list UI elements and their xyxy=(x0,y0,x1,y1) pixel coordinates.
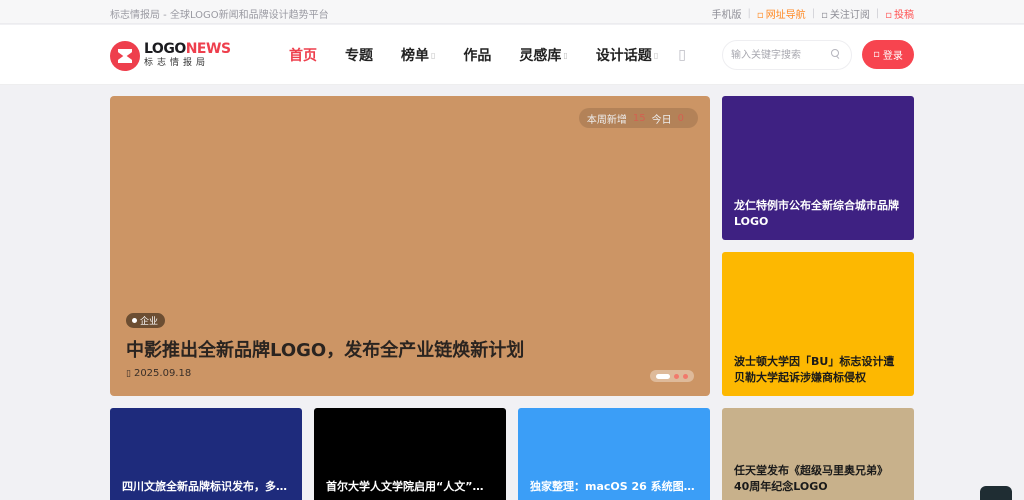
nav-design-topics[interactable]: 设计话题 ▯ xyxy=(596,45,658,65)
site-logo[interactable]: LOGONEWS 标志情报局 xyxy=(110,41,231,71)
chevron-down-icon: ▯ xyxy=(431,50,436,60)
compass-icon: ▫ xyxy=(756,10,764,21)
category-tag[interactable]: 企业 xyxy=(126,313,166,328)
article-card[interactable]: 四川文旅全新品牌标识发布，多… xyxy=(110,408,302,500)
logo-mark-icon xyxy=(110,41,140,71)
search-input[interactable] xyxy=(731,47,831,63)
mobile-link[interactable]: 手机版 xyxy=(712,6,742,21)
logo-subtitle: 标志情报局 xyxy=(144,58,210,68)
calendar-icon: ▯ xyxy=(126,368,131,379)
slide-dot[interactable] xyxy=(683,373,688,379)
chevron-down-icon: ▯ xyxy=(653,50,659,60)
nav-home[interactable]: 首页 xyxy=(289,45,317,65)
hero-slide[interactable]: 本周新增 15 今日 0 企业 中影推出全新品牌LOGO，发布全产业链焕新计划 ▯ 20… xyxy=(110,96,710,396)
hero-date: ▯ 2025.09.18 xyxy=(126,368,192,379)
edit-icon: ▫ xyxy=(885,10,892,21)
update-stats: 本周新增 15 今日 0 xyxy=(578,108,698,128)
logo-wordmark: LOGONEWS xyxy=(144,41,231,57)
article-card[interactable]: 任天堂发布《超级马里奥兄弟》40周年纪念LOGO xyxy=(722,408,914,500)
slide-dot[interactable] xyxy=(674,373,679,379)
article-card[interactable]: 波士顿大学因「BU」标志设计遭贝勒大学起诉涉嫌商标侵权 xyxy=(722,252,914,396)
slide-dot[interactable] xyxy=(656,373,670,379)
divider: | xyxy=(875,8,880,19)
divider: | xyxy=(747,8,751,19)
subscribe-link[interactable]: ▫ 关注订阅 xyxy=(821,6,870,21)
divider: | xyxy=(811,8,816,19)
floating-button[interactable] xyxy=(980,486,1012,500)
search-icon[interactable] xyxy=(831,49,841,61)
nav-works[interactable]: 作品 xyxy=(463,45,491,65)
main-nav: 首页 专题 榜单 ▯ 作品 灵感库 ▯ 设计话题 ▯ ▯ xyxy=(289,25,686,85)
nav-directory-link[interactable]: ▫ 网址导航 xyxy=(757,6,806,21)
nav-inspiration[interactable]: 灵感库 ▯ xyxy=(519,45,567,65)
chevron-down-icon: ▯ xyxy=(563,50,568,60)
article-card[interactable]: 独家整理：macOS 26 系统图… xyxy=(518,408,710,500)
article-card[interactable]: 首尔大学人文学院启用“人文”新… xyxy=(314,408,506,500)
article-title: 波士顿大学因「BU」标志设计遭贝勒大学起诉涉嫌商标侵权 xyxy=(734,355,895,384)
article-title: 任天堂发布《超级马里奥兄弟》40周年纪念LOGO xyxy=(734,464,888,493)
article-card[interactable]: 龙仁特例市公布全新综合城市品牌LOGO xyxy=(722,96,914,240)
site-tagline: 标志情报局 - 全球LOGO新闻和品牌设计趋势平台 xyxy=(110,10,329,21)
top-bar: 标志情报局 - 全球LOGO新闻和品牌设计趋势平台 手机版 | ▫ 网址导航 | … xyxy=(0,0,1024,24)
more-icon[interactable]: ▯ xyxy=(678,47,686,63)
search-box xyxy=(722,40,852,70)
article-title: 独家整理：macOS 26 系统图… xyxy=(530,480,695,493)
submit-link[interactable]: ▫ 投稿 xyxy=(885,6,914,21)
rss-icon: ▫ xyxy=(821,10,828,21)
article-title: 龙仁特例市公布全新综合城市品牌LOGO xyxy=(734,199,899,228)
nav-rankings[interactable]: 榜单 ▯ xyxy=(401,45,435,65)
dot-icon xyxy=(132,318,137,323)
login-button[interactable]: ▫ 登录 xyxy=(862,40,914,69)
nav-topics[interactable]: 专题 xyxy=(345,45,373,65)
slide-indicators xyxy=(650,370,694,382)
article-title: 四川文旅全新品牌标识发布，多… xyxy=(122,480,287,493)
hero-title[interactable]: 中影推出全新品牌LOGO，发布全产业链焕新计划 xyxy=(126,336,524,362)
site-header: LOGONEWS 标志情报局 首页 专题 榜单 ▯ 作品 灵感库 ▯ 设计话题 ▯ ▯… xyxy=(0,25,1024,85)
user-icon: ▫ xyxy=(873,49,880,60)
article-title: 首尔大学人文学院启用“人文”新… xyxy=(326,480,494,493)
top-links: 手机版 | ▫ 网址导航 | ▫ 关注订阅 | ▫ 投稿 xyxy=(712,6,914,21)
